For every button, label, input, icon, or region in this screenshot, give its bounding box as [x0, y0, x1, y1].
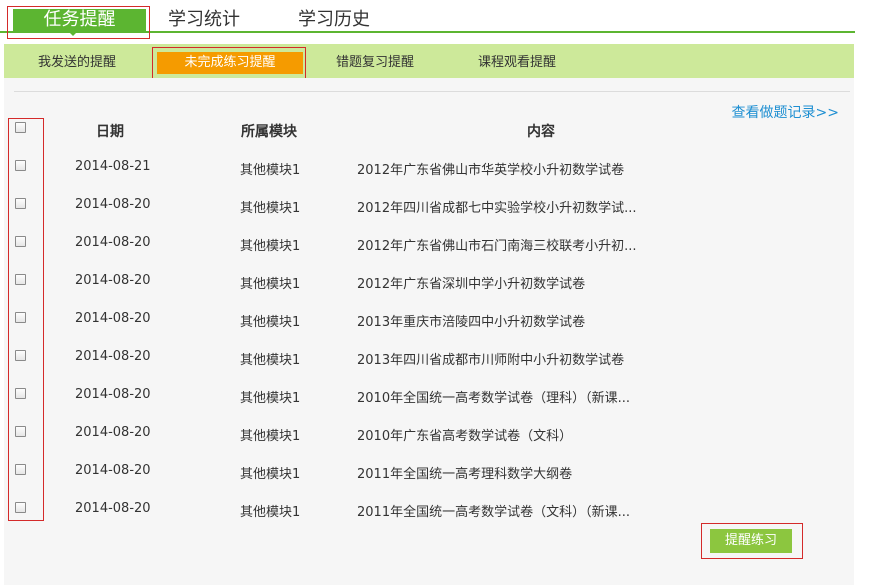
row-content[interactable]: 2011年全国统一高考数学试卷（文科）（新课... — [357, 501, 657, 520]
row-checkbox[interactable] — [15, 274, 26, 285]
row-date: 2014-08-20 — [75, 197, 151, 212]
practice-history-link[interactable]: 查看做题记录>> — [732, 102, 839, 122]
row-checkbox[interactable] — [15, 236, 26, 247]
select-all-checkbox[interactable] — [15, 122, 26, 133]
row-date: 2014-08-21 — [75, 159, 151, 174]
remind-practice-button[interactable]: 提醒练习 — [710, 529, 792, 553]
row-date: 2014-08-20 — [75, 311, 151, 326]
row-content[interactable]: 2012年广东省佛山市石门南海三校联考小升初... — [357, 235, 657, 254]
row-checkbox[interactable] — [15, 388, 26, 399]
sub-tab-bar: 我发送的提醒 未完成练习提醒 错题复习提醒 课程观看提醒 — [4, 44, 854, 78]
row-module: 其他模块1 — [240, 353, 301, 368]
row-checkbox[interactable] — [15, 350, 26, 361]
row-checkbox[interactable] — [15, 198, 26, 209]
row-checkbox[interactable] — [15, 502, 26, 513]
row-content[interactable]: 2013年重庆市涪陵四中小升初数学试卷 — [357, 311, 657, 330]
row-date: 2014-08-20 — [75, 349, 151, 364]
subtab-unfinished-practice[interactable]: 未完成练习提醒 — [157, 52, 303, 74]
reminder-panel: 查看做题记录>> 日期 所属模块 内容 2014-08-21 其他模块1 2012年… — [4, 78, 854, 585]
row-content[interactable]: 2011年全国统一高考理科数学大纲卷 — [357, 463, 657, 482]
row-module: 其他模块1 — [240, 239, 301, 254]
tab-underline — [0, 31, 855, 33]
row-date: 2014-08-20 — [75, 463, 151, 478]
subtab-sent-reminders[interactable]: 我发送的提醒 — [38, 44, 116, 78]
row-date: 2014-08-20 — [75, 387, 151, 402]
row-checkbox[interactable] — [15, 160, 26, 171]
row-date: 2014-08-20 — [75, 273, 151, 288]
row-checkbox[interactable] — [15, 464, 26, 475]
row-date: 2014-08-20 — [75, 425, 151, 440]
row-module: 其他模块1 — [240, 201, 301, 216]
row-content[interactable]: 2012年四川省成都七中实验学校小升初数学试... — [357, 197, 657, 216]
row-module: 其他模块1 — [240, 163, 301, 178]
subtab-course-watch[interactable]: 课程观看提醒 — [478, 44, 556, 78]
top-tab-bar: 任务提醒 学习统计 学习历史 — [0, 0, 855, 36]
tab-task-reminder[interactable]: 任务提醒 — [13, 9, 146, 31]
row-checkbox[interactable] — [15, 426, 26, 437]
subtab-wrong-review[interactable]: 错题复习提醒 — [336, 44, 414, 78]
row-checkbox[interactable] — [15, 312, 26, 323]
row-date: 2014-08-20 — [75, 235, 151, 250]
row-date: 2014-08-20 — [75, 501, 151, 516]
column-header-content: 内容 — [527, 124, 555, 140]
row-content[interactable]: 2010年全国统一高考数学试卷（理科）（新课... — [357, 387, 657, 406]
row-content[interactable]: 2012年广东省深圳中学小升初数学试卷 — [357, 273, 657, 292]
divider — [14, 91, 850, 92]
column-header-module: 所属模块 — [241, 124, 297, 140]
column-header-date: 日期 — [96, 124, 124, 140]
tab-study-stats[interactable]: 学习统计 — [168, 8, 240, 32]
row-module: 其他模块1 — [240, 391, 301, 406]
active-tab-arrow-icon — [69, 32, 77, 36]
tab-study-history[interactable]: 学习历史 — [298, 8, 370, 32]
row-content[interactable]: 2010年广东省高考数学试卷（文科） — [357, 425, 657, 444]
row-module: 其他模块1 — [240, 315, 301, 330]
row-module: 其他模块1 — [240, 429, 301, 444]
row-module: 其他模块1 — [240, 467, 301, 482]
row-content[interactable]: 2013年四川省成都市川师附中小升初数学试卷 — [357, 349, 657, 368]
row-module: 其他模块1 — [240, 505, 301, 520]
row-module: 其他模块1 — [240, 277, 301, 292]
row-content[interactable]: 2012年广东省佛山市华英学校小升初数学试卷 — [357, 159, 657, 178]
